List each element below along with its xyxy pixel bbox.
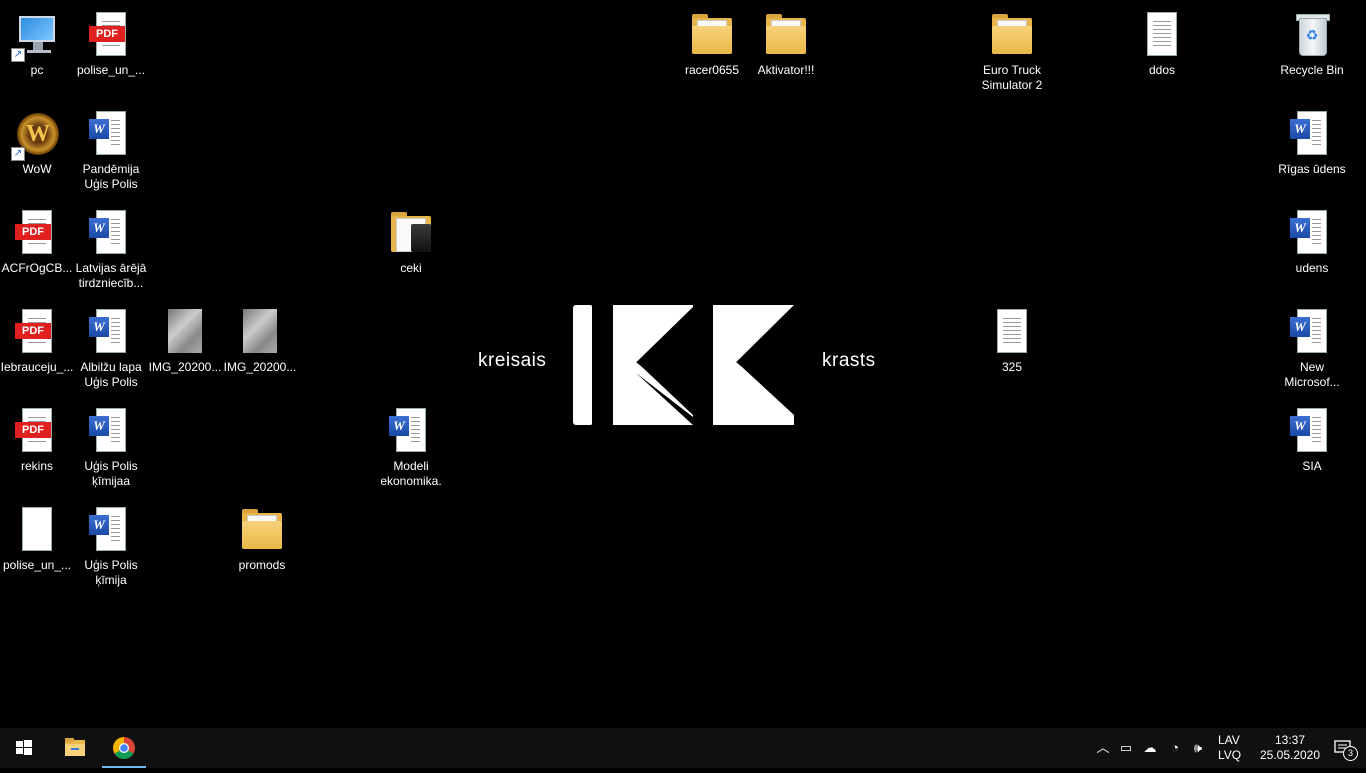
- desktop-icon-iebrauceju[interactable]: PDF Iebrauceju_...: [0, 303, 74, 395]
- desktop-icon-325[interactable]: 325: [975, 303, 1049, 395]
- file-explorer-icon: [65, 738, 85, 756]
- world-of-warcraft-icon: W ↗: [11, 111, 61, 161]
- pdf-file-icon: PDF: [13, 210, 61, 258]
- wifi-icon[interactable]: ◔: [1167, 740, 1183, 756]
- recycle-bin-icon: ♻: [1288, 12, 1336, 60]
- desktop-icon-rigas-udens[interactable]: W Rīgas ūdens: [1275, 105, 1349, 197]
- image-file-icon: [236, 309, 284, 357]
- desktop-icon-promods[interactable]: promods: [225, 501, 299, 593]
- folder-icon: [238, 507, 286, 555]
- wallpaper-right-word: krasts: [822, 350, 876, 371]
- desktop-icon-latvijas[interactable]: W Latvijas ārējā tirdzniecīb...: [74, 204, 148, 296]
- folder-icon: [988, 12, 1036, 60]
- taskbar-file-explorer[interactable]: [51, 728, 99, 768]
- image-file-icon: [161, 309, 209, 357]
- chevron-up-icon[interactable]: ︿: [1095, 740, 1111, 756]
- desktop-icon-new-microsoft[interactable]: W New Microsof...: [1275, 303, 1349, 395]
- desktop-icon-kimijaa[interactable]: W Uģis Polis ķīmijaa: [74, 402, 148, 494]
- word-document-icon: W: [87, 408, 135, 456]
- desktop-icon-polise-1[interactable]: PDF polise_un_...: [74, 6, 148, 98]
- word-document-icon: W: [87, 210, 135, 258]
- word-document-icon: W: [387, 408, 435, 456]
- desktop-icon-recycle-bin[interactable]: ♻ Recycle Bin: [1275, 6, 1349, 98]
- notification-badge: 3: [1343, 746, 1358, 761]
- chrome-icon: [113, 737, 135, 759]
- onedrive-cloud-icon[interactable]: ☁: [1142, 740, 1158, 756]
- desktop-icon-acfr[interactable]: PDF ACFrOgCB...: [0, 204, 74, 296]
- word-document-icon: W: [87, 111, 135, 159]
- pdf-file-icon: PDF: [13, 408, 61, 456]
- desktop-icon-udens[interactable]: W udens: [1275, 204, 1349, 296]
- folder-icon: [762, 12, 810, 60]
- word-document-icon: W: [87, 507, 135, 555]
- desktop-icon-pc[interactable]: ↗ pc: [0, 6, 74, 98]
- desktop-icon-img-2[interactable]: IMG_20200...: [223, 303, 297, 395]
- pdf-file-icon: PDF: [87, 12, 135, 60]
- computer-icon: ↗: [11, 12, 61, 62]
- word-document-icon: W: [1288, 111, 1336, 159]
- word-document-icon: W: [1288, 210, 1336, 258]
- battery-icon[interactable]: ▭: [1118, 740, 1134, 756]
- clock[interactable]: 13:37 25.05.2020: [1254, 733, 1326, 763]
- blank-file-icon: [13, 507, 61, 555]
- desktop-icon-aktivator[interactable]: Aktivator!!!: [749, 6, 823, 98]
- text-file-icon: [988, 309, 1036, 357]
- wallpaper-logo: [573, 305, 794, 425]
- word-document-icon: W: [1288, 309, 1336, 357]
- desktop-icon-modeli[interactable]: W Modeli ekonomika.: [374, 402, 448, 494]
- desktop-icon-sia[interactable]: W SIA: [1275, 402, 1349, 494]
- desktop-icon-ddos[interactable]: ddos: [1125, 6, 1199, 98]
- windows-logo-icon: [16, 740, 32, 755]
- taskbar: ︿ ▭ ☁ ◔ 🕪 LAV LVQ 13:37 25.05.2020 3: [0, 728, 1366, 768]
- word-document-icon: W: [1288, 408, 1336, 456]
- desktop-icon-euro-truck[interactable]: Euro Truck Simulator 2: [975, 6, 1049, 98]
- desktop-icon-rekins[interactable]: PDF rekins: [0, 402, 74, 494]
- desktop-icon-img-1[interactable]: IMG_20200...: [148, 303, 222, 395]
- desktop-icon-kimija[interactable]: W Uģis Polis ķīmija: [74, 501, 148, 593]
- taskbar-chrome[interactable]: [100, 728, 148, 768]
- desktop-icon-racer[interactable]: racer0655: [675, 6, 749, 98]
- pdf-file-icon: PDF: [13, 309, 61, 357]
- desktop: kreisais krasts ↗ pc W ↗ WoW PDF ACFrOgCB…: [0, 0, 1366, 728]
- desktop-icon-polise-2[interactable]: polise_un_...: [0, 501, 74, 593]
- desktop-icon-ceki[interactable]: ceki: [374, 204, 448, 296]
- desktop-icon-albilzu[interactable]: W Albilžu lapa Uģis Polis: [74, 303, 148, 395]
- desktop-icon-wow[interactable]: W ↗ WoW: [0, 105, 74, 197]
- input-language[interactable]: LAV LVQ: [1218, 733, 1241, 763]
- folder-icon: [387, 210, 435, 258]
- volume-icon[interactable]: 🕪: [1190, 740, 1206, 756]
- desktop-icon-pandemija[interactable]: W Pandēmija Uģis Polis: [74, 105, 148, 197]
- word-document-icon: W: [87, 309, 135, 357]
- wallpaper-left-word: kreisais: [478, 350, 547, 371]
- start-button[interactable]: [0, 728, 48, 768]
- folder-icon: [688, 12, 736, 60]
- text-file-icon: [1138, 12, 1186, 60]
- action-center-button[interactable]: 3: [1334, 739, 1358, 761]
- system-tray: ︿ ▭ ☁ ◔ 🕪 LAV LVQ 13:37 25.05.2020 3: [1090, 728, 1366, 768]
